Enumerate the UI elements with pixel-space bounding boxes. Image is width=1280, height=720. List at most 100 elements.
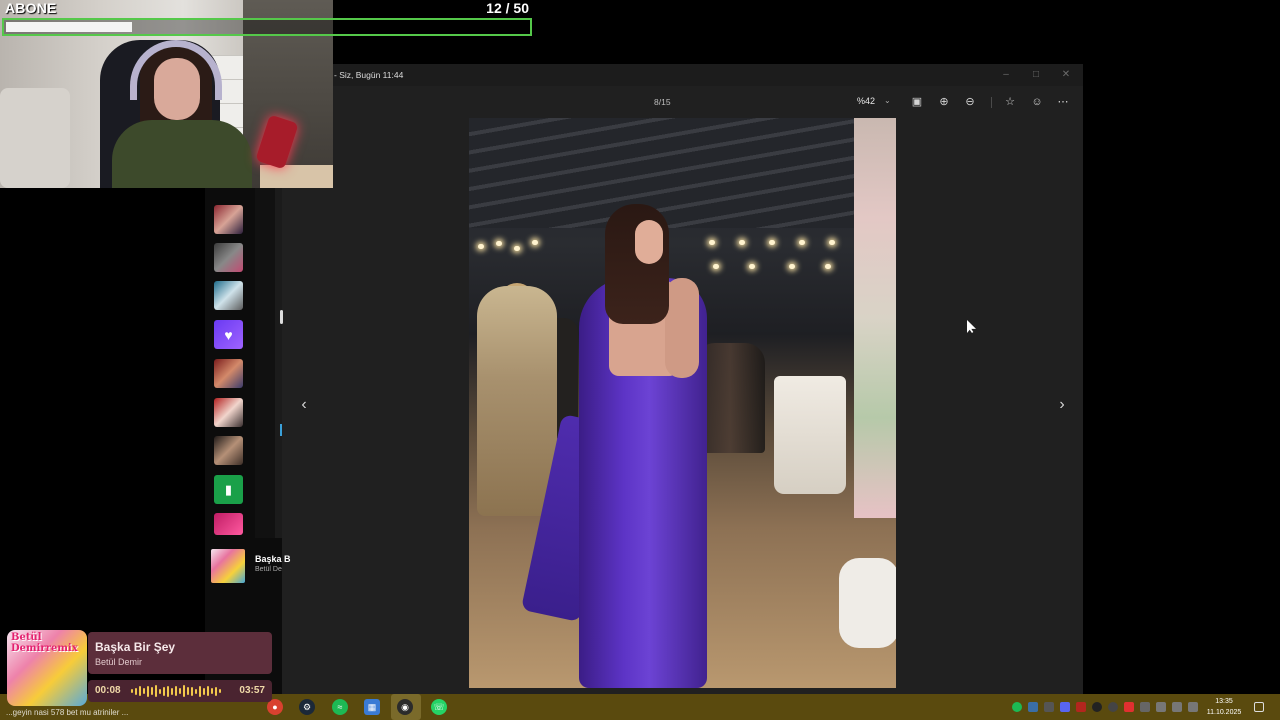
notification-icon[interactable] [1254,702,1264,712]
ceiling-light [709,240,715,245]
tray-icon[interactable] [1028,702,1038,712]
ceiling-light [749,264,755,269]
wave-bar [203,687,205,695]
liked-songs-icon[interactable]: ♥ [214,320,243,349]
flower-wall [854,118,896,518]
tray-icon[interactable] [1044,702,1054,712]
music-app-panel: ♥ ▮ Başka B Betül De [205,188,291,694]
wave-bar [191,686,193,696]
playlist-thumb[interactable] [214,205,243,234]
wave-bar [171,687,173,695]
zoom-level[interactable]: %42 [857,96,875,106]
photo-viewer-window: - Siz, Bugün 11:44 – □ ✕ 8/15 %42 ⌄ ▣ ⊕ … [282,64,1083,694]
title-bar[interactable]: - Siz, Bugün 11:44 – □ ✕ [282,64,1083,86]
photo-ceiling [469,118,896,228]
elapsed-time: 00:08 [95,685,121,696]
covered-table [774,376,846,494]
chat-ticker: ...geyin nasi 578 bet mu atriniler ... [6,708,129,717]
zoom-out-icon[interactable]: ⊖ [962,94,978,110]
bookmark-icon[interactable]: ▮ [214,475,243,504]
spotify-icon[interactable]: ≈ [332,699,348,715]
music-app-scroll[interactable] [275,188,282,538]
wave-bar [163,686,165,696]
playback-bar: 00:08 03:57 [88,680,272,702]
fit-icon[interactable]: ▣ [909,94,925,110]
volume-icon[interactable] [1172,702,1182,712]
music-app-edge-marker [280,424,282,436]
playlist-thumb[interactable] [214,243,243,272]
more-icon[interactable]: ⋯ [1055,94,1071,110]
clock-time: 13:35 [1215,698,1233,705]
previous-image-icon[interactable]: ‹ [296,396,312,414]
tray-icon[interactable] [1092,702,1102,712]
wave-bar [199,685,201,697]
goal-progress-bar [2,18,532,36]
song-artist: Betül Demir [95,657,143,667]
tray-icon[interactable] [1124,702,1134,712]
track-duration: 03:57 [239,685,265,696]
wave-bar [143,688,145,694]
emoji-icon[interactable]: ☺ [1029,94,1045,110]
displayed-photo [469,118,896,688]
minimize-button[interactable]: – [998,68,1014,82]
ceiling-light [713,264,719,269]
clock-date: 11.10.2025 [1206,709,1242,716]
album-cover-text: Betül Demirremix [11,632,78,654]
whatsapp-icon[interactable]: ☏ [431,699,447,715]
obs-icon[interactable]: ◉ [397,699,413,715]
wave-bar [179,688,181,694]
music-app-now-playing[interactable]: Başka B Betül De [211,548,291,584]
wave-bar [159,688,161,694]
ceiling-light [825,264,831,269]
wave-bar [175,686,177,696]
playlist-thumb[interactable] [214,281,243,310]
store-icon[interactable]: ▦ [364,699,380,715]
sofa [0,88,70,188]
tray-icon[interactable] [1108,702,1118,712]
wave-bar [215,686,217,696]
playlist-thumb[interactable] [214,513,243,535]
window-title: - Siz, Bugün 11:44 [334,70,404,80]
wave-bar [155,685,157,697]
wave-bar [211,688,213,694]
guest-in-coat [477,286,557,516]
wave-bar [207,686,209,696]
wave-bar [187,687,189,695]
close-button[interactable]: ✕ [1058,68,1074,82]
tray-icon[interactable] [1076,702,1086,712]
covered-chair [839,558,896,648]
toolbar-divider [991,97,992,108]
woman-arm [665,278,699,378]
spotify-tray-icon[interactable] [1012,702,1022,712]
microphone-tray-icon[interactable] [1156,702,1166,712]
ceiling-light [789,264,795,269]
next-image-icon[interactable]: › [1054,396,1070,414]
wave-bar [139,686,141,696]
language-icon[interactable] [1140,702,1150,712]
playlist-thumb[interactable] [214,398,243,427]
streamer-body [112,120,252,188]
network-icon[interactable] [1188,702,1198,712]
chevron-down-icon[interactable]: ⌄ [884,96,891,105]
steam-icon[interactable]: ⚙ [299,699,315,715]
favorite-icon[interactable]: ☆ [1002,94,1018,110]
wave-bar [167,685,169,697]
wave-bar [147,685,149,697]
music-app-edge-control [280,310,283,324]
playlist-thumb[interactable] [214,359,243,388]
wave-bar [131,689,133,693]
playlist-thumb[interactable] [214,436,243,465]
zoom-in-icon[interactable]: ⊕ [936,94,952,110]
system-clock[interactable]: 13:35 11.10.2025 [1204,696,1244,718]
wave-bar [151,687,153,695]
now-playing-cover [211,549,245,583]
goal-progress-fill [6,22,132,32]
photo-lamps [474,238,544,278]
discord-icon[interactable] [1060,702,1070,712]
ceiling-light [799,240,805,245]
woman-face [635,220,663,264]
desk [260,165,333,188]
maximize-button[interactable]: □ [1028,68,1044,82]
wave-bar [195,688,197,694]
woman-hair [605,204,669,324]
